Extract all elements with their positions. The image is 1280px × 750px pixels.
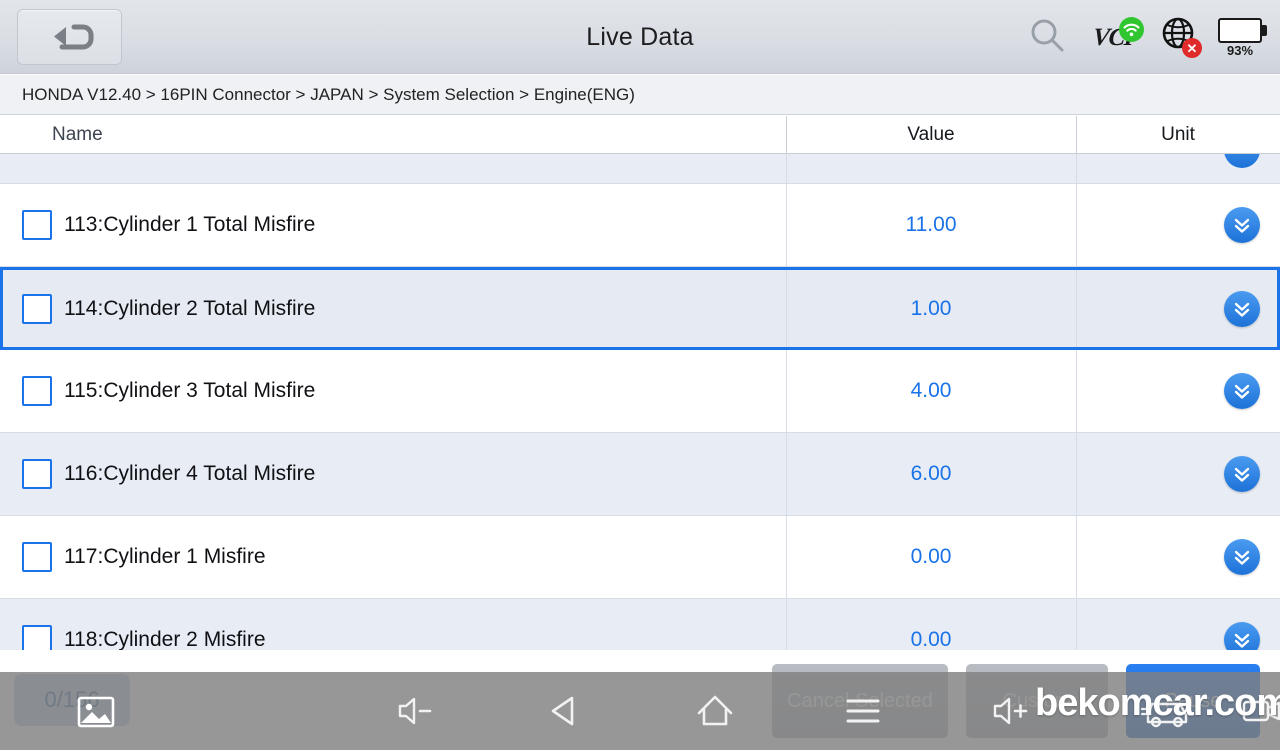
column-header-unit: Unit bbox=[1076, 116, 1280, 154]
row-name: 113:Cylinder 1 Total Misfire bbox=[64, 213, 315, 237]
screenshot-button[interactable] bbox=[75, 694, 119, 732]
watermark: bekomcar.com bbox=[1035, 682, 1280, 725]
vci-status-button[interactable]: VCI bbox=[1082, 16, 1144, 58]
row-value: 1.00 bbox=[786, 297, 1076, 321]
battery-icon bbox=[1218, 18, 1262, 43]
row-name: 114:Cylinder 2 Total Misfire bbox=[64, 297, 315, 321]
live-data-list[interactable]: 113:Cylinder 1 Total Misfire 11.00 114:C… bbox=[0, 154, 1280, 650]
double-chevron-down-icon[interactable] bbox=[1224, 539, 1260, 575]
row-value: 6.00 bbox=[786, 462, 1076, 486]
volume-up-button[interactable] bbox=[990, 692, 1032, 730]
header-divider-value bbox=[786, 116, 787, 154]
row-value: 4.00 bbox=[786, 379, 1076, 403]
header-divider-unit bbox=[1076, 116, 1077, 154]
battery-indicator: 93% bbox=[1216, 12, 1272, 62]
row-value: 11.00 bbox=[786, 213, 1076, 237]
row-checkbox[interactable] bbox=[22, 625, 52, 650]
live-data-screen: Live Data VCI bbox=[0, 0, 1280, 750]
double-chevron-down-icon[interactable] bbox=[1224, 291, 1260, 327]
nav-menu-button[interactable] bbox=[843, 694, 883, 728]
row-checkbox[interactable] bbox=[22, 459, 52, 489]
vci-wifi-icon bbox=[1119, 17, 1144, 42]
double-chevron-down-icon[interactable] bbox=[1224, 622, 1260, 650]
disconnected-badge-icon: ✕ bbox=[1182, 38, 1202, 58]
row-checkbox[interactable] bbox=[22, 294, 52, 324]
row-value: 0.00 bbox=[786, 545, 1076, 569]
table-row[interactable]: 115:Cylinder 3 Total Misfire 4.00 bbox=[0, 350, 1280, 433]
row-checkbox[interactable] bbox=[22, 210, 52, 240]
double-chevron-down-icon[interactable] bbox=[1224, 373, 1260, 409]
breadcrumb[interactable]: HONDA V12.40 > 16PIN Connector > JAPAN >… bbox=[0, 75, 1280, 115]
double-chevron-down-icon[interactable] bbox=[1224, 456, 1260, 492]
table-row-selected[interactable]: 114:Cylinder 2 Total Misfire 1.00 bbox=[0, 267, 1280, 350]
column-header-value: Value bbox=[786, 116, 1076, 154]
search-icon bbox=[1026, 14, 1068, 61]
row-name: 115:Cylinder 3 Total Misfire bbox=[64, 379, 315, 403]
status-icons: VCI bbox=[1026, 0, 1272, 74]
table-row[interactable]: 118:Cylinder 2 Misfire 0.00 bbox=[0, 599, 1280, 650]
table-row[interactable]: 117:Cylinder 1 Misfire 0.00 bbox=[0, 516, 1280, 599]
double-chevron-down-icon[interactable] bbox=[1224, 154, 1260, 168]
row-checkbox[interactable] bbox=[22, 376, 52, 406]
row-name: 118:Cylinder 2 Misfire bbox=[64, 628, 266, 650]
network-status-button[interactable]: ✕ bbox=[1158, 16, 1200, 58]
row-name: 116:Cylinder 4 Total Misfire bbox=[64, 462, 315, 486]
nav-back-button[interactable] bbox=[545, 691, 585, 731]
nav-home-button[interactable] bbox=[693, 691, 737, 731]
double-chevron-down-icon[interactable] bbox=[1224, 207, 1260, 243]
battery-percent-label: 93% bbox=[1216, 43, 1264, 58]
top-app-bar: Live Data VCI bbox=[0, 0, 1280, 74]
row-checkbox[interactable] bbox=[22, 542, 52, 572]
table-row[interactable]: 116:Cylinder 4 Total Misfire 6.00 bbox=[0, 433, 1280, 516]
search-button[interactable] bbox=[1026, 14, 1068, 61]
table-row-partial[interactable] bbox=[0, 154, 1280, 184]
volume-down-button[interactable] bbox=[395, 692, 437, 730]
table-header: Name Value Unit bbox=[0, 116, 1280, 154]
battery-tip bbox=[1262, 25, 1267, 36]
row-value: 0.00 bbox=[786, 628, 1076, 650]
row-name: 117:Cylinder 1 Misfire bbox=[64, 545, 266, 569]
column-header-name: Name bbox=[52, 116, 103, 154]
table-row[interactable]: 113:Cylinder 1 Total Misfire 11.00 bbox=[0, 184, 1280, 267]
